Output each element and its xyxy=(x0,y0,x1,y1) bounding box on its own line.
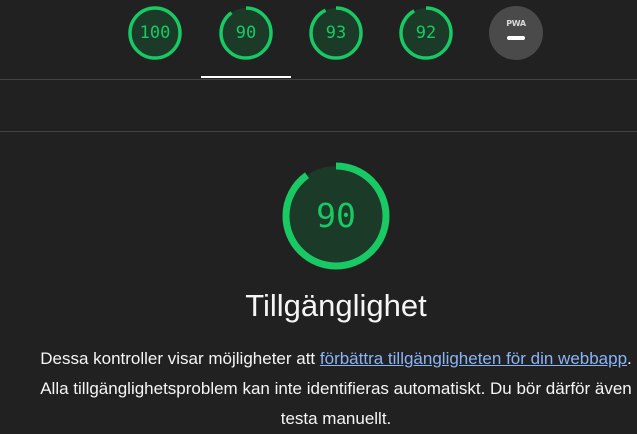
category-score: 90 xyxy=(316,196,356,235)
tab-score: 92 xyxy=(415,23,437,43)
toolbar-strip xyxy=(0,80,637,132)
pwa-badge-label: PWA xyxy=(506,19,526,28)
report-page: 100 90 93 92 PWA 90 Tillgänglighet Dessa… xyxy=(0,0,637,434)
tab-score: 100 xyxy=(139,23,171,43)
category-score-gauge: 90 xyxy=(282,162,390,270)
category-title: Tillgänglighet xyxy=(245,288,427,323)
tab-score: 90 xyxy=(235,23,257,43)
tab-pwa[interactable]: PWA xyxy=(489,6,543,60)
category-tab-bar: 100 90 93 92 PWA xyxy=(0,0,637,80)
tab-gauge-2[interactable]: 90 xyxy=(219,6,273,60)
tab-gauge-3[interactable]: 93 xyxy=(309,6,363,60)
tab-gauge-1[interactable]: 100 xyxy=(128,6,182,60)
tab-gauge-4[interactable]: 92 xyxy=(399,6,453,60)
tab-score: 93 xyxy=(325,23,347,43)
description-text: Dessa kontroller visar möjligheter att xyxy=(40,349,320,368)
category-description: Dessa kontroller visar möjligheter att f… xyxy=(40,344,632,434)
dash-icon xyxy=(507,36,525,40)
active-tab-indicator xyxy=(201,76,291,78)
learn-more-link[interactable]: förbättra tillgängligheten för din webba… xyxy=(320,349,627,368)
